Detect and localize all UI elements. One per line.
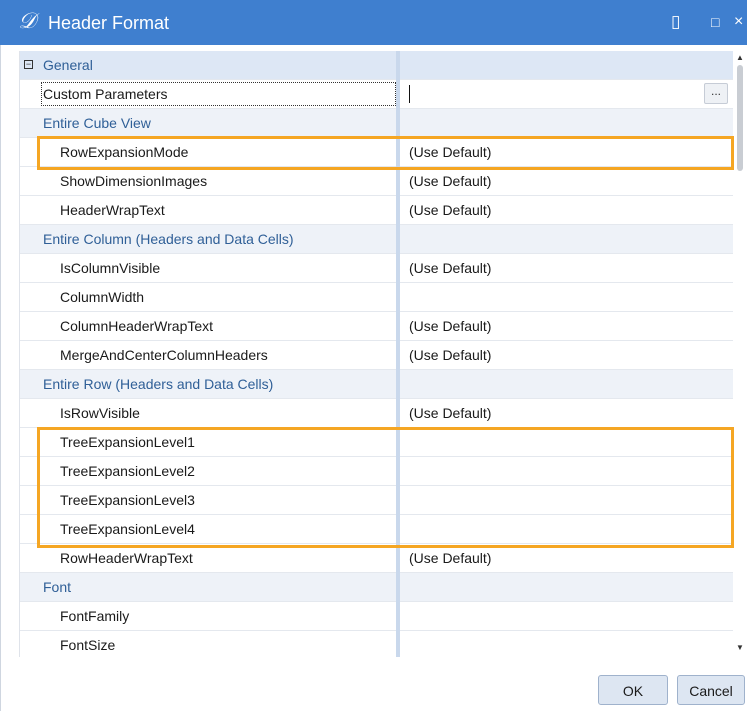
vertical-scrollbar[interactable]: ▲ ▼ <box>733 51 747 657</box>
property-row-headerwraptext[interactable]: HeaderWrapText (Use Default) <box>20 196 734 225</box>
property-row-rowexpansionmode[interactable]: RowExpansionMode (Use Default) <box>20 138 734 167</box>
property-row-isrowvisible[interactable]: IsRowVisible (Use Default) <box>20 399 734 428</box>
logo-icon: 𝒟 <box>18 9 36 34</box>
property-name: Font <box>43 579 72 595</box>
property-row-treeexpansionlevel4[interactable]: TreeExpansionLevel4 <box>20 515 734 544</box>
text-caret <box>409 85 410 103</box>
property-name: IsColumnVisible <box>60 260 161 276</box>
focus-rectangle <box>41 82 396 106</box>
scroll-up-arrow-icon[interactable]: ▲ <box>735 53 745 63</box>
property-name: FontFamily <box>60 608 130 624</box>
property-row-rowheaderwraptext[interactable]: RowHeaderWrapText (Use Default) <box>20 544 734 573</box>
category-row-entire-row-headers-and-data-cells[interactable]: Entire Row (Headers and Data Cells) <box>20 370 734 399</box>
property-row-showdimensionimages[interactable]: ShowDimensionImages (Use Default) <box>20 167 734 196</box>
property-name: TreeExpansionLevel4 <box>60 521 195 537</box>
property-row-columnheaderwraptext[interactable]: ColumnHeaderWrapText (Use Default) <box>20 312 734 341</box>
property-value <box>401 225 734 253</box>
maximize-icon[interactable]: □ <box>711 11 719 33</box>
window-title: Header Format <box>48 13 170 33</box>
property-value[interactable] <box>401 283 734 311</box>
property-name: TreeExpansionLevel3 <box>60 492 195 508</box>
property-row-fontsize[interactable]: FontSize <box>20 631 734 657</box>
property-value[interactable] <box>401 515 734 543</box>
category-row-entire-cube-view[interactable]: Entire Cube View <box>20 109 734 138</box>
property-value <box>401 51 734 79</box>
property-value <box>401 370 734 398</box>
property-row-treeexpansionlevel1[interactable]: TreeExpansionLevel1 <box>20 428 734 457</box>
property-value[interactable] <box>401 486 734 514</box>
close-icon[interactable]: × <box>734 11 743 33</box>
property-value[interactable]: (Use Default) <box>401 138 734 166</box>
property-value[interactable]: (Use Default) <box>401 167 734 195</box>
property-value[interactable]: (Use Default) <box>401 196 734 224</box>
property-name: General <box>43 57 93 73</box>
property-name: Entire Cube View <box>43 115 151 131</box>
property-value[interactable]: (Use Default) <box>401 341 734 369</box>
custom-parameters-input[interactable]: ... <box>401 80 734 108</box>
property-value[interactable]: (Use Default) <box>401 312 734 340</box>
property-value[interactable] <box>401 428 734 456</box>
property-value[interactable]: (Use Default) <box>401 254 734 282</box>
property-name: HeaderWrapText <box>60 202 165 218</box>
scroll-down-arrow-icon[interactable]: ▼ <box>735 643 745 653</box>
property-row-treeexpansionlevel2[interactable]: TreeExpansionLevel2 <box>20 457 734 486</box>
property-value <box>401 109 734 137</box>
property-name: RowHeaderWrapText <box>60 550 193 566</box>
property-row-treeexpansionlevel3[interactable]: TreeExpansionLevel3 <box>20 486 734 515</box>
property-value[interactable] <box>401 602 734 630</box>
property-name: MergeAndCenterColumnHeaders <box>60 347 268 363</box>
clipboard-icon[interactable]: ▯ <box>671 11 680 33</box>
property-name: Entire Column (Headers and Data Cells) <box>43 231 294 247</box>
property-name: IsRowVisible <box>60 405 140 421</box>
property-name: TreeExpansionLevel1 <box>60 434 195 450</box>
ok-button[interactable]: OK <box>598 675 668 705</box>
property-value <box>401 573 734 601</box>
title-bar: 𝒟 Header Format ▯ □ × <box>0 0 747 45</box>
property-name: FontSize <box>60 637 116 653</box>
property-name: RowExpansionMode <box>60 144 189 160</box>
property-value[interactable]: (Use Default) <box>401 544 734 572</box>
property-name: ColumnWidth <box>60 289 145 305</box>
category-row-font[interactable]: Font <box>20 573 734 602</box>
column-splitter[interactable] <box>396 51 400 657</box>
property-value[interactable]: (Use Default) <box>401 399 734 427</box>
property-row-mergeandcentercolumnheaders[interactable]: MergeAndCenterColumnHeaders (Use Default) <box>20 341 734 370</box>
category-row-entire-column-headers-and-data-cells[interactable]: Entire Column (Headers and Data Cells) <box>20 225 734 254</box>
property-name: TreeExpansionLevel2 <box>60 463 195 479</box>
scroll-thumb[interactable] <box>737 65 743 171</box>
category-row-general[interactable]: − General <box>20 51 734 80</box>
property-name: ColumnHeaderWrapText <box>60 318 214 334</box>
property-value[interactable] <box>401 631 734 657</box>
cancel-button[interactable]: Cancel <box>677 675 745 705</box>
window-border <box>0 45 1 711</box>
ellipsis-button[interactable]: ... <box>704 83 728 104</box>
property-row-fontfamily[interactable]: FontFamily <box>20 602 734 631</box>
property-row-iscolumnvisible[interactable]: IsColumnVisible (Use Default) <box>20 254 734 283</box>
property-value[interactable] <box>401 457 734 485</box>
property-row-columnwidth[interactable]: ColumnWidth <box>20 283 734 312</box>
property-grid: − General Custom Parameters... Entire Cube … <box>19 51 734 657</box>
property-row-custom-parameters[interactable]: Custom Parameters... <box>20 80 734 109</box>
property-name: Entire Row (Headers and Data Cells) <box>43 376 274 392</box>
property-name: ShowDimensionImages <box>60 173 208 189</box>
